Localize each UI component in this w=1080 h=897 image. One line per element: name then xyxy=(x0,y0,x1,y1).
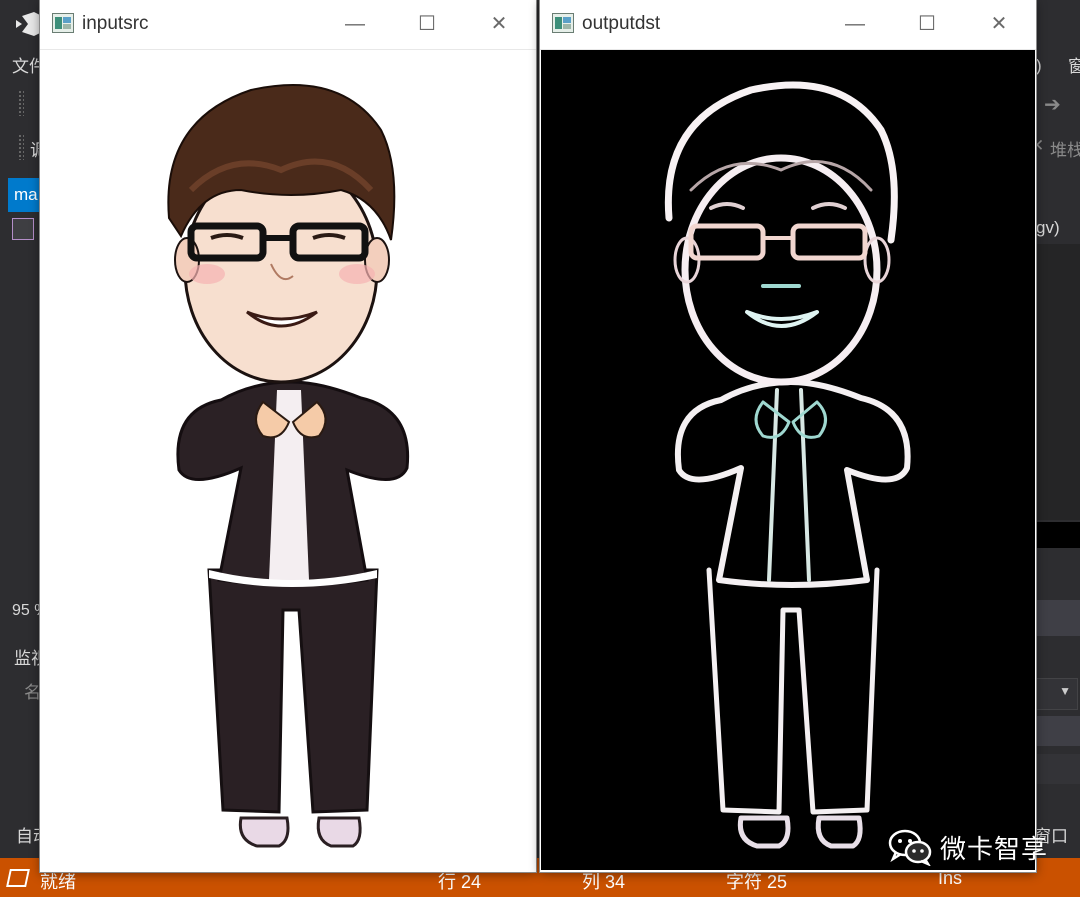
stack-frame-label[interactable]: 堆栈 xyxy=(1050,136,1080,161)
name-column-header[interactable]: 名 xyxy=(24,678,41,703)
scroll-marker xyxy=(1036,522,1080,548)
maximize-button[interactable]: ☐ xyxy=(892,0,962,49)
toolbar-grip[interactable] xyxy=(18,90,24,116)
cartoon-man-edge-image xyxy=(541,50,1035,870)
window-titlebar[interactable]: inputsrc — ☐ ✕ xyxy=(40,0,536,50)
toolbar-grip-2[interactable] xyxy=(18,134,24,160)
window-titlebar[interactable]: outputdst — ☐ ✕ xyxy=(540,0,1036,50)
list-area xyxy=(1036,754,1080,784)
opencv-window-icon xyxy=(552,13,574,33)
outputdst-window[interactable]: outputdst — ☐ ✕ xyxy=(540,0,1036,872)
minimize-button[interactable]: — xyxy=(820,0,890,49)
panel-header-bar xyxy=(1036,600,1080,636)
watermark-text: 微卡智享 xyxy=(940,833,1049,864)
function-signature-partial: gv) xyxy=(1036,218,1060,237)
minimize-button[interactable]: — xyxy=(320,0,390,49)
right-code-panel xyxy=(1036,244,1080,520)
cartoon-man-color-image xyxy=(41,50,535,870)
status-ready-icon xyxy=(6,869,30,887)
input-image xyxy=(41,50,535,875)
visual-studio-logo-icon xyxy=(16,12,40,36)
close-button[interactable]: ✕ xyxy=(964,0,1034,49)
wechat-icon xyxy=(888,829,932,866)
close-button[interactable]: ✕ xyxy=(464,0,534,49)
opencv-window-icon xyxy=(52,13,74,33)
inputsrc-window[interactable]: inputsrc — ☐ ✕ xyxy=(40,0,536,872)
class-view-icon[interactable] xyxy=(12,218,34,240)
watermark: 微卡智享 xyxy=(888,826,1048,868)
maximize-button[interactable]: ☐ xyxy=(392,0,462,49)
search-field[interactable] xyxy=(1036,716,1080,746)
menu-window-partial[interactable]: 窗 xyxy=(1068,52,1080,77)
dropdown-select[interactable]: ▼ xyxy=(1036,678,1078,710)
forward-arrow-icon[interactable]: ➔ xyxy=(1044,92,1061,117)
window-title: outputdst xyxy=(582,13,661,34)
menu-paren-partial: ) xyxy=(1036,56,1042,75)
window-title: inputsrc xyxy=(82,13,149,34)
output-image xyxy=(541,50,1035,875)
chevron-down-icon: ▼ xyxy=(1059,684,1071,698)
